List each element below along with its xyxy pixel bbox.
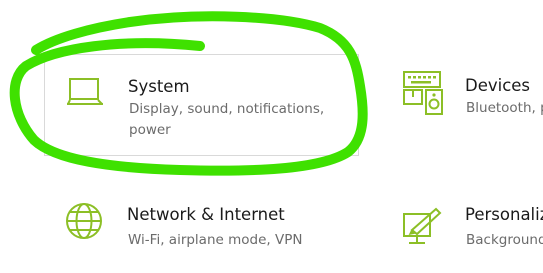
category-title-personalization: Personaliza <box>465 205 543 224</box>
globe-icon <box>64 201 104 241</box>
category-title-network-internet: Network & Internet <box>127 205 285 224</box>
category-network-internet[interactable]: Network & Internet Wi-Fi, airplane mode,… <box>44 190 359 273</box>
category-desc-personalization: Background, <box>466 232 543 248</box>
devices-icon <box>402 70 450 116</box>
personalization-icon <box>402 206 444 248</box>
laptop-icon <box>65 73 105 113</box>
category-desc-network-internet: Wi-Fi, airplane mode, VPN <box>128 232 303 248</box>
category-desc-system: Display, sound, notifications, power <box>129 101 325 138</box>
category-personalization[interactable]: Personaliza Background, <box>384 190 543 273</box>
category-title-devices: Devices <box>465 76 531 95</box>
category-desc-devices: Bluetooth, pri <box>466 100 543 116</box>
category-title-system: System <box>128 77 190 96</box>
category-system[interactable]: System Display, sound, notifications, po… <box>44 54 359 156</box>
category-devices[interactable]: Devices Bluetooth, pri <box>384 54 543 156</box>
settings-category-grid: System Display, sound, notifications, po… <box>0 0 543 273</box>
